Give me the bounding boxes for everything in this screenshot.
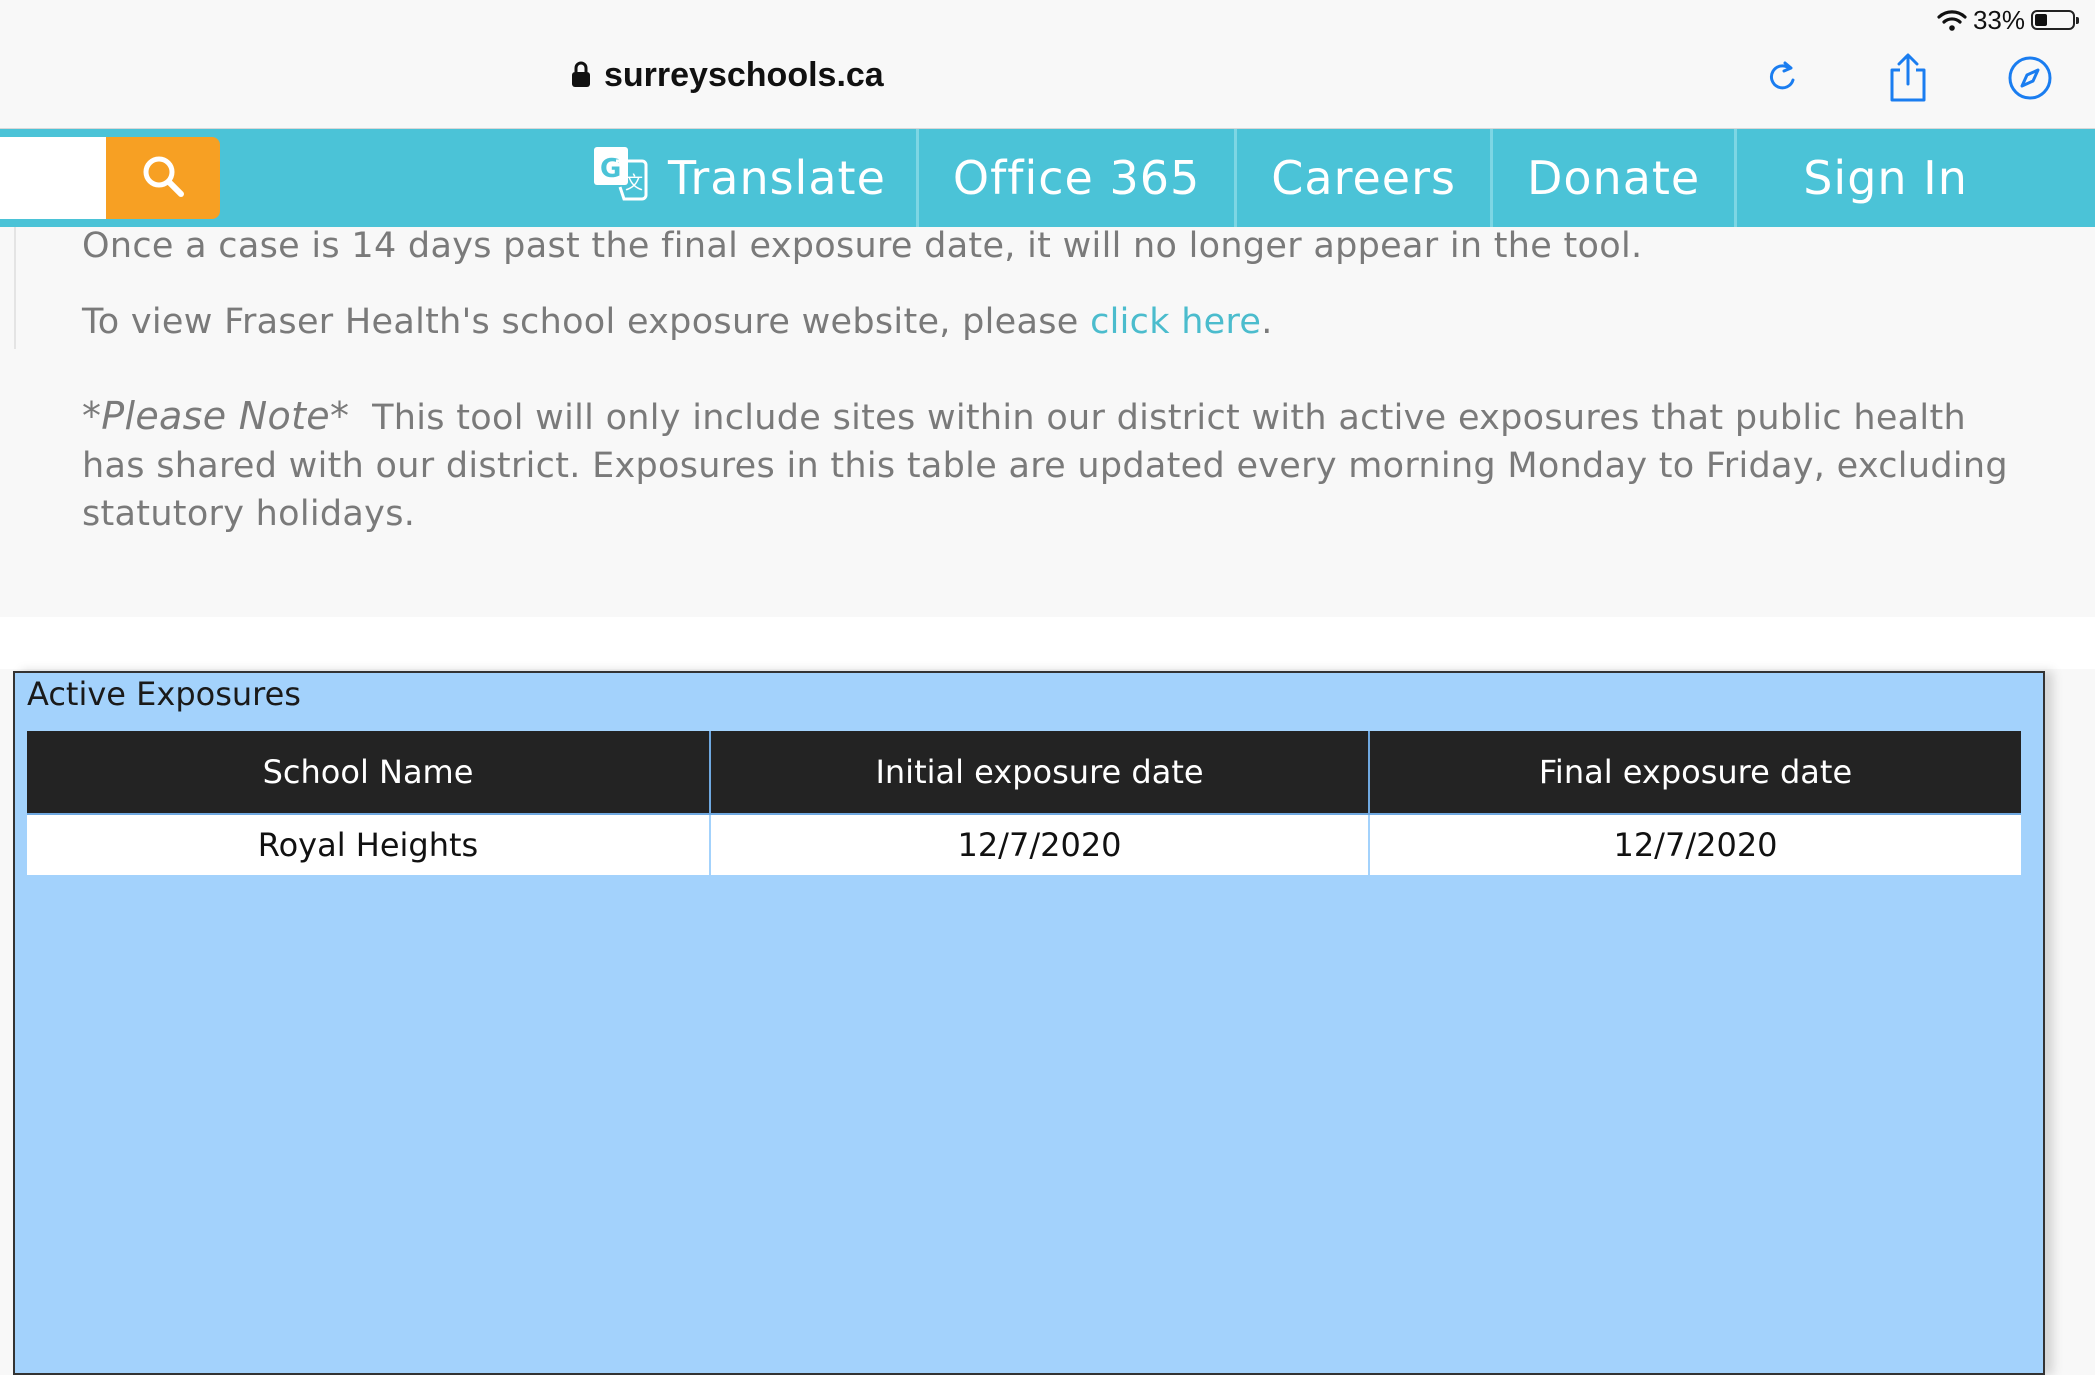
- nav-translate-label: Translate: [668, 151, 886, 205]
- translate-icon: G 文: [590, 143, 650, 214]
- fraser-health-text: To view Fraser Health's school exposure …: [82, 302, 1091, 342]
- left-panel-edge: [0, 227, 16, 349]
- nav-office-365[interactable]: Office 365: [919, 129, 1238, 227]
- share-button[interactable]: [1878, 50, 1938, 110]
- search-icon: [139, 152, 187, 204]
- svg-text:G: G: [600, 154, 622, 184]
- info-paragraph-fraser-health: To view Fraser Health's school exposure …: [82, 298, 2015, 346]
- cell-final-exposure-date: 12/7/2020: [1369, 814, 2021, 875]
- nav-sign-in[interactable]: Sign In: [1737, 129, 2026, 227]
- report-title: Active Exposures: [27, 675, 301, 713]
- active-exposures-report: Active Exposures School Name Initial exp…: [13, 671, 2045, 1375]
- url-text: surreyschools.ca: [604, 56, 884, 94]
- cell-initial-exposure-date: 12/7/2020: [710, 814, 1370, 875]
- browser-address-bar: surreyschools.ca: [0, 0, 2095, 129]
- url-field[interactable]: surreyschools.ca: [570, 56, 884, 95]
- nav-sign-in-label: Sign In: [1803, 151, 1968, 205]
- site-navigation: G 文 Translate Office 365 Careers Donate …: [0, 129, 2095, 227]
- lock-icon: [570, 60, 592, 92]
- report-spacer: [0, 617, 2095, 669]
- battery-icon: [2031, 10, 2079, 30]
- retention-text: Once a case is 14 days past the final ex…: [82, 226, 1643, 266]
- share-icon: [1885, 52, 1931, 108]
- status-bar: 33%: [1937, 0, 2095, 40]
- wifi-icon: [1937, 8, 1967, 32]
- reload-icon: [1762, 58, 1802, 102]
- table-header-row: School Name Initial exposure date Final …: [27, 731, 2021, 815]
- nav-donate[interactable]: Donate: [1493, 129, 1738, 227]
- fraser-health-text-end: .: [1261, 302, 1273, 342]
- nav-careers[interactable]: Careers: [1237, 129, 1493, 227]
- column-header-school-name[interactable]: School Name: [27, 731, 711, 815]
- svg-text:文: 文: [625, 173, 644, 194]
- click-here-link[interactable]: click here: [1090, 302, 1261, 342]
- nav-careers-label: Careers: [1271, 151, 1456, 205]
- info-paragraph-retention: Once a case is 14 days past the final ex…: [82, 222, 2015, 270]
- search-input[interactable]: [0, 137, 106, 219]
- reload-button[interactable]: [1752, 50, 1812, 110]
- cell-school-name: Royal Heights: [27, 814, 711, 875]
- exposures-table: School Name Initial exposure date Final …: [27, 731, 2021, 875]
- please-note-paragraph: *Please Note* This tool will only includ…: [82, 392, 2015, 538]
- bookmarks-button[interactable]: [2000, 50, 2060, 110]
- nav-donate-label: Donate: [1526, 151, 1701, 205]
- battery-percentage: 33%: [1972, 4, 2025, 35]
- column-header-final-exposure-date[interactable]: Final exposure date: [1369, 731, 2021, 815]
- column-header-initial-exposure-date[interactable]: Initial exposure date: [710, 731, 1370, 815]
- nav-translate[interactable]: G 文 Translate: [590, 129, 919, 227]
- compass-icon: [2006, 54, 2054, 106]
- nav-office-365-label: Office 365: [952, 151, 1201, 205]
- please-note-label: *Please Note*: [82, 394, 350, 438]
- search-button[interactable]: [106, 137, 220, 219]
- table-row[interactable]: Royal Heights 12/7/2020 12/7/2020: [27, 814, 2021, 875]
- please-note-text: This tool will only include sites within…: [82, 398, 2008, 534]
